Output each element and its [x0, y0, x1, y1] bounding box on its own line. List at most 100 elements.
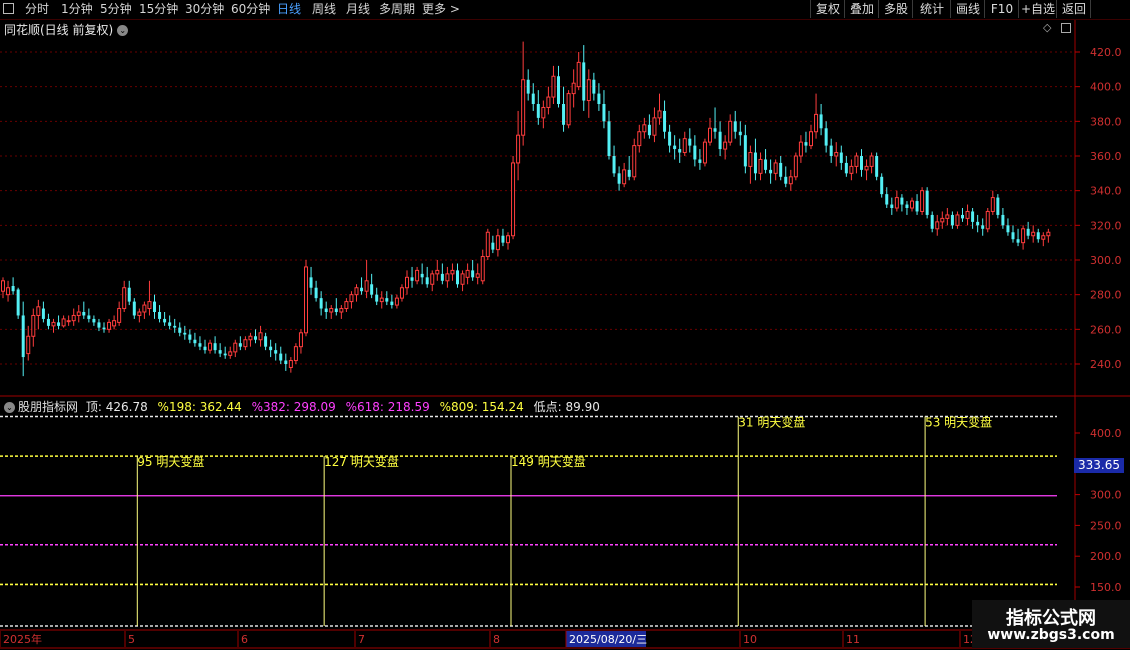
- candle-body: [420, 273, 424, 278]
- candle-body: [738, 131, 742, 136]
- indicator-809-value: 154.24: [481, 400, 524, 414]
- candle-body: [153, 301, 156, 312]
- candle-body: [571, 82, 576, 95]
- candle-body: [370, 284, 374, 295]
- back-button[interactable]: [1090, 0, 1127, 18]
- candle-body: [279, 353, 283, 361]
- candle-body: [274, 350, 278, 354]
- candle-body: [627, 169, 631, 177]
- candle-body: [915, 201, 919, 212]
- candle-body: [450, 269, 455, 275]
- candle-body: [702, 141, 707, 164]
- candle-body: [652, 117, 657, 136]
- period-tab[interactable]: 月线: [346, 1, 370, 18]
- candle-body: [637, 131, 642, 147]
- candle-body: [788, 176, 793, 185]
- period-tab[interactable]: 1分钟: [61, 1, 93, 18]
- candle-body: [885, 194, 889, 205]
- current-price-tag: 333.65: [1074, 458, 1124, 473]
- indicator-top-value: 426.78: [105, 400, 148, 414]
- candle-body: [930, 214, 934, 229]
- candle-body: [955, 214, 960, 226]
- candle-body: [269, 346, 273, 351]
- candle-body: [31, 314, 36, 337]
- period-tab[interactable]: 周线: [312, 1, 336, 18]
- candle-body: [360, 287, 364, 292]
- candle-body: [112, 320, 117, 327]
- candle-body: [349, 294, 354, 303]
- stats-button[interactable]: 统计: [912, 0, 951, 18]
- candle-body: [531, 93, 535, 104]
- candle-body: [536, 104, 540, 118]
- candle-body: [910, 200, 914, 209]
- period-tab[interactable]: 30分钟: [185, 1, 224, 18]
- period-tab[interactable]: 15分钟: [139, 1, 178, 18]
- candle-body: [526, 79, 530, 94]
- candle-body: [804, 142, 808, 146]
- candle-body: [76, 311, 81, 316]
- candle-body: [592, 79, 596, 94]
- candle-body: [16, 289, 20, 316]
- menu-icon[interactable]: [3, 3, 14, 14]
- draw-line-button[interactable]: 画线: [950, 0, 985, 18]
- period-tab[interactable]: 多周期: [379, 1, 415, 18]
- candle-body: [1026, 228, 1030, 236]
- chevron-down-icon[interactable]: ⌄: [117, 25, 129, 36]
- chart-canvas[interactable]: 240.0 260.0 280.0 300.0 320.0 340.0 360.0 380.0…: [0, 0, 1130, 650]
- price-tick-label: 380.0: [1090, 115, 1122, 128]
- candle-body: [329, 308, 334, 313]
- candle-body: [849, 165, 854, 174]
- x-tick-label: 10: [743, 633, 757, 646]
- candle-body: [511, 162, 516, 237]
- candle-body: [622, 169, 627, 185]
- price-pane-title: 同花顺(日线 前复权) ⌄: [4, 21, 129, 38]
- period-tab[interactable]: 60分钟: [231, 1, 270, 18]
- candle-body: [582, 62, 586, 101]
- candle-body: [718, 131, 722, 150]
- candle-body: [354, 287, 359, 296]
- mark-button[interactable]: 返回: [1056, 0, 1091, 18]
- period-tab[interactable]: 5分钟: [100, 1, 132, 18]
- candle-body: [562, 104, 566, 125]
- more-periods-button[interactable]: 更多 >: [422, 1, 460, 18]
- candle-body: [900, 197, 904, 205]
- candle-body: [602, 104, 606, 122]
- period-tab-active[interactable]: 日线: [277, 1, 301, 18]
- candle-body: [66, 320, 71, 323]
- diamond-icon[interactable]: ◇: [1043, 21, 1051, 34]
- candle-body: [284, 360, 288, 364]
- candle-body: [809, 131, 813, 147]
- candle-body: [203, 346, 207, 351]
- restore-rights-button[interactable]: 复权: [810, 0, 845, 18]
- candle-body: [379, 297, 384, 303]
- add-watchlist-button[interactable]: +自选: [1018, 0, 1057, 18]
- candle-body: [471, 270, 475, 278]
- candle-body: [243, 339, 248, 348]
- candle-body: [51, 321, 56, 327]
- candle-body: [218, 350, 222, 354]
- candle-body: [647, 124, 651, 136]
- candle-body: [435, 269, 440, 275]
- candle-body: [213, 343, 217, 351]
- candle-body: [87, 315, 91, 319]
- candle-body: [663, 110, 667, 132]
- chevron-down-icon[interactable]: ⌄: [4, 402, 15, 413]
- candle-body: [798, 141, 803, 157]
- candle-body: [965, 210, 970, 219]
- candle-body: [773, 162, 778, 174]
- candle-body: [183, 332, 187, 335]
- candle-body: [814, 113, 819, 133]
- maximize-icon[interactable]: [1061, 23, 1071, 33]
- candle-body: [541, 106, 546, 119]
- candle-body: [173, 325, 177, 328]
- candle-body: [688, 138, 692, 146]
- multi-stock-button[interactable]: 多股: [878, 0, 913, 18]
- price-tick-label: 300.0: [1090, 254, 1122, 267]
- candle-body: [485, 231, 490, 258]
- candle-body: [495, 235, 500, 251]
- f10-button[interactable]: F10: [984, 0, 1019, 18]
- period-tab[interactable]: 分时: [25, 1, 49, 18]
- candle-body: [319, 298, 323, 309]
- x-tick-label: 2025/08/20/三: [569, 633, 647, 646]
- overlay-button[interactable]: 叠加: [844, 0, 879, 18]
